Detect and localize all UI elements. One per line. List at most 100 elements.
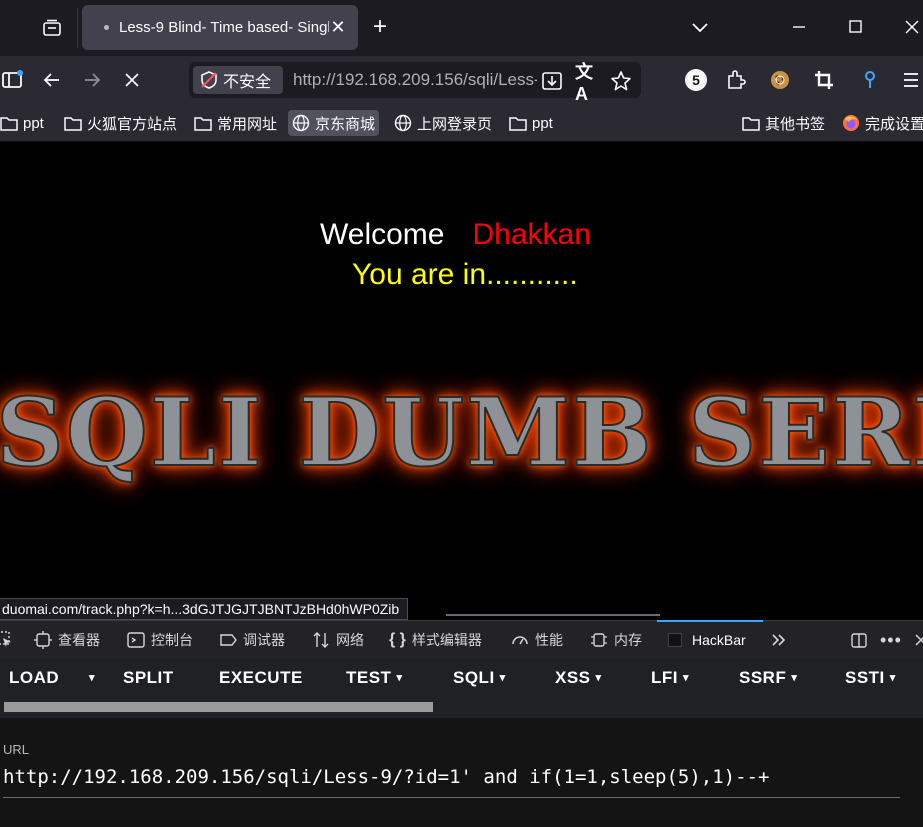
tab-label: 网络 bbox=[336, 632, 364, 648]
tab-console[interactable]: 控制台 bbox=[127, 629, 193, 651]
more-options-icon[interactable]: ••• bbox=[880, 629, 902, 651]
button-label: SPLIT bbox=[123, 668, 174, 687]
stop-icon[interactable] bbox=[118, 66, 146, 94]
dock-side-icon[interactable] bbox=[850, 629, 874, 651]
page-content: Welcome Dhakkan You are in........... SQL… bbox=[0, 142, 923, 620]
tab-label: 性能 bbox=[535, 632, 563, 648]
crop-screenshot-icon[interactable] bbox=[810, 66, 838, 94]
tab-network[interactable]: 网络 bbox=[312, 629, 364, 651]
hackbar-url-input[interactable]: http://192.168.209.156/sqli/Less-9/?id=1… bbox=[3, 766, 900, 798]
hackbar-load-dropdown[interactable]: ▾ bbox=[84, 668, 95, 688]
bookmark-label: 其他书签 bbox=[765, 115, 826, 133]
caret-down-icon: ▾ bbox=[396, 672, 403, 684]
bookmark-login-page[interactable]: 上网登录页 bbox=[394, 110, 492, 136]
bookmark-folder-ppt-2[interactable]: ppt bbox=[509, 110, 553, 136]
hackbar-load-button[interactable]: LOAD bbox=[9, 668, 59, 688]
button-label: TEST bbox=[346, 668, 392, 687]
hackbar-toolbar: LOAD ▾ SPLIT EXECUTE TEST ▾ SQLI ▾ XSS ▾ LF… bbox=[0, 658, 923, 698]
element-picker-icon[interactable] bbox=[0, 629, 18, 651]
tab-debugger[interactable]: 调试器 bbox=[219, 629, 285, 651]
bookmark-star-icon[interactable] bbox=[609, 69, 633, 93]
location-pin-icon[interactable] bbox=[856, 66, 884, 94]
download-page-icon[interactable] bbox=[540, 69, 564, 93]
tab-separator bbox=[77, 8, 78, 48]
hackbar-test-menu[interactable]: TEST ▾ bbox=[346, 668, 402, 688]
button-label: LOAD bbox=[9, 668, 60, 687]
hackbar-xss-menu[interactable]: XSS ▾ bbox=[555, 668, 602, 688]
url-bar[interactable]: 不安全 http://192.168.209.156/sqli/Less-9/?… bbox=[189, 62, 641, 104]
globe-icon bbox=[292, 114, 310, 132]
tab-memory[interactable]: 内存 bbox=[590, 629, 642, 651]
tab-label: 样式编辑器 bbox=[411, 632, 482, 648]
tab-label: 调试器 bbox=[243, 632, 285, 648]
bookmark-label: 完成设置 bbox=[865, 115, 923, 133]
button-label: SSRF bbox=[739, 668, 787, 687]
devtools-close-icon[interactable] bbox=[914, 629, 923, 651]
url-field-label: URL bbox=[3, 742, 30, 757]
forward-icon[interactable] bbox=[78, 66, 106, 94]
tab-active[interactable]: Less-9 Blind- Time based- Single Quotes-… bbox=[82, 5, 358, 50]
button-label: SQLI bbox=[453, 668, 495, 687]
bookmark-folder-firefox-sites[interactable]: 火狐官方站点 bbox=[64, 110, 177, 136]
maximize-icon[interactable] bbox=[845, 16, 867, 38]
hackbar-ssrf-menu[interactable]: SSRF ▾ bbox=[739, 668, 797, 688]
console-icon bbox=[127, 632, 145, 648]
sidebar-icon[interactable] bbox=[0, 66, 26, 94]
hackbar-lfi-menu[interactable]: LFI ▾ bbox=[651, 668, 689, 688]
performance-icon bbox=[512, 636, 528, 645]
loading-dot-icon bbox=[104, 25, 109, 30]
extension-badge-count: 5 bbox=[685, 69, 707, 91]
extensions-puzzle-icon[interactable] bbox=[722, 66, 750, 94]
bookmark-folder-other[interactable]: 其他书签 bbox=[742, 110, 825, 136]
more-tabs-chevron-icon[interactable] bbox=[770, 629, 794, 651]
tab-hackbar[interactable]: HackBar bbox=[668, 629, 746, 651]
globe-icon bbox=[394, 114, 412, 132]
bookmark-label: 常用网址 bbox=[217, 115, 278, 133]
tab-close-icon[interactable]: ✕ bbox=[328, 17, 348, 37]
back-icon[interactable] bbox=[38, 66, 66, 94]
hackbar-panel: URL http://192.168.209.156/sqli/Less-9/?… bbox=[0, 718, 923, 827]
tab-strip: Less-9 Blind- Time based- Single Quotes-… bbox=[0, 0, 923, 56]
tab-performance[interactable]: 性能 bbox=[511, 629, 563, 651]
button-label: SSTI bbox=[845, 668, 885, 687]
connection-not-secure-indicator[interactable]: 不安全 bbox=[193, 66, 283, 94]
tab-label: 查看器 bbox=[58, 632, 100, 648]
tab-inspector[interactable]: 查看器 bbox=[34, 629, 100, 651]
tab-style-editor[interactable]: { } 样式编辑器 bbox=[389, 629, 482, 651]
chevron-down-icon[interactable] bbox=[686, 14, 714, 42]
hackbar-horizontal-scrollbar[interactable] bbox=[0, 698, 923, 718]
scrollbar-thumb[interactable] bbox=[4, 702, 433, 712]
inspector-icon bbox=[34, 631, 52, 649]
new-tab-button[interactable]: + bbox=[366, 14, 394, 42]
security-label: 不安全 bbox=[223, 74, 272, 91]
bookmark-jd-mall[interactable]: 京东商城 bbox=[288, 110, 380, 136]
folder-icon bbox=[194, 117, 212, 131]
debugger-icon bbox=[220, 634, 237, 646]
translate-icon[interactable]: 文A bbox=[575, 62, 599, 104]
minimize-icon[interactable] bbox=[788, 16, 810, 38]
bookmark-label: 火狐官方站点 bbox=[87, 115, 178, 133]
caret-down-icon: ▾ bbox=[791, 672, 798, 684]
welcome-text: Welcome bbox=[320, 218, 445, 251]
hackbar-execute-button[interactable]: EXECUTE bbox=[219, 668, 303, 688]
bookmark-finish-setup[interactable]: 完成设置 bbox=[842, 110, 923, 136]
caret-down-icon: ▾ bbox=[595, 672, 602, 684]
tab-label: 控制台 bbox=[151, 632, 193, 648]
navigation-toolbar: 不安全 http://192.168.209.156/sqli/Less-9/?… bbox=[0, 56, 923, 104]
cookie-extension-icon[interactable] bbox=[766, 66, 794, 94]
bookmark-label: 京东商城 bbox=[315, 115, 376, 133]
bookmark-label: ppt bbox=[532, 114, 553, 132]
tab-overview-icon[interactable] bbox=[36, 14, 68, 42]
window-close-icon[interactable] bbox=[901, 16, 923, 38]
menu-hamburger-icon[interactable] bbox=[897, 66, 923, 94]
hackbar-sqli-menu[interactable]: SQLI ▾ bbox=[453, 668, 506, 688]
extension-badge-icon[interactable]: 5 bbox=[682, 66, 710, 94]
hackbar-icon bbox=[668, 633, 682, 647]
bookmark-folder-common-sites[interactable]: 常用网址 bbox=[194, 110, 277, 136]
devtools-toolbar: 查看器 控制台 调试器 网络 { } 样式编辑器 性能 内存 HackBar •… bbox=[0, 620, 923, 658]
hackbar-ssti-menu[interactable]: SSTI ▾ bbox=[845, 668, 896, 688]
hackbar-split-button[interactable]: SPLIT bbox=[123, 668, 174, 688]
caret-down-icon: ▾ bbox=[683, 672, 690, 684]
bookmark-folder-ppt[interactable]: ppt bbox=[0, 110, 44, 136]
url-input[interactable]: http://192.168.209.156/sqli/Less-9/?id=1… bbox=[293, 70, 537, 90]
